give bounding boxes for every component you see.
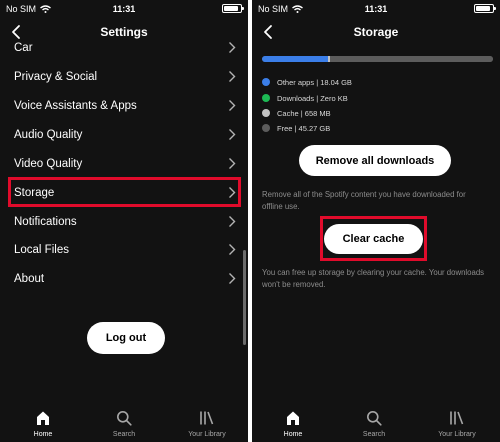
library-icon: [200, 411, 214, 425]
remove-downloads-description: Remove all of the Spotify content you ha…: [262, 190, 466, 211]
chevron-right-icon: [229, 71, 236, 82]
settings-item-label: Video Quality: [14, 157, 83, 170]
scrollbar[interactable]: [243, 250, 246, 345]
settings-item-label: Local Files: [14, 243, 69, 256]
tab-your-library[interactable]: Your Library: [422, 404, 492, 442]
battery-fill: [476, 6, 490, 11]
settings-item-voice-assistants[interactable]: Voice Assistants & Apps: [6, 91, 242, 120]
settings-screen: No SIM 11:31 Settings Car Privacy & Soci…: [0, 0, 248, 442]
tab-bar: Home Search Your Library: [0, 404, 248, 442]
legend-item-free: Free | 45.27 GB: [262, 122, 330, 134]
tab-label: Search: [362, 431, 386, 438]
settings-item-label: Audio Quality: [14, 128, 83, 141]
tab-your-library[interactable]: Your Library: [172, 404, 242, 442]
chevron-right-icon: [229, 100, 236, 111]
storage-highlight-box: [8, 177, 241, 207]
legend-dot: [262, 78, 270, 86]
chevron-right-icon: [229, 244, 236, 255]
tab-bar: Home Search Your Library: [252, 404, 500, 442]
status-right: [474, 4, 496, 13]
tab-label: Search: [112, 431, 136, 438]
home-icon: [287, 411, 299, 425]
settings-item-local-files[interactable]: Local Files: [6, 235, 242, 264]
chevron-right-icon: [229, 273, 236, 284]
tab-label: Your Library: [188, 431, 226, 438]
settings-item-label: Notifications: [14, 215, 77, 228]
battery-fill: [224, 6, 238, 11]
chevron-right-icon: [229, 42, 236, 53]
legend-dot: [262, 124, 270, 132]
status-bar: No SIM 11:31: [252, 0, 500, 18]
tab-search[interactable]: Search: [89, 404, 159, 442]
settings-item-label: Voice Assistants & Apps: [14, 99, 137, 112]
legend-dot: [262, 109, 270, 117]
legend-item-cache: Cache | 658 MB: [262, 107, 331, 119]
settings-item-privacy-social[interactable]: Privacy & Social: [6, 62, 242, 91]
library-icon: [450, 411, 464, 425]
search-icon: [367, 411, 382, 426]
settings-item-label: Car: [14, 41, 33, 54]
remove-all-downloads-button[interactable]: Remove all downloads: [299, 145, 451, 176]
storage-segment-other-apps: [262, 56, 328, 62]
chevron-right-icon: [229, 158, 236, 169]
storage-screen: No SIM 11:31 Storage Other apps | 18.04 …: [252, 0, 500, 442]
search-icon: [117, 411, 132, 426]
chevron-right-icon: [229, 129, 236, 140]
settings-item-label: About: [14, 272, 45, 285]
chevron-right-icon: [229, 216, 236, 227]
storage-segment-free: [330, 56, 493, 62]
legend-label: Cache | 658 MB: [277, 108, 331, 118]
tab-home[interactable]: Home: [258, 404, 328, 442]
legend-dot: [262, 94, 270, 102]
settings-item-audio-quality[interactable]: Audio Quality: [6, 120, 242, 149]
clear-cache-button[interactable]: Clear cache: [324, 224, 423, 254]
status-time: 11:31: [112, 4, 136, 14]
settings-item-notifications[interactable]: Notifications: [6, 207, 242, 236]
tab-label: Your Library: [438, 431, 476, 438]
tab-label: Home: [283, 431, 303, 438]
battery-icon: [222, 4, 244, 13]
settings-item-label: Privacy & Social: [14, 70, 98, 83]
home-icon: [37, 411, 49, 425]
legend-item-other-apps: Other apps | 18.04 GB: [262, 76, 352, 88]
logout-button[interactable]: Log out: [87, 322, 165, 354]
nav-bar: Storage: [252, 18, 500, 46]
tab-search[interactable]: Search: [339, 404, 409, 442]
tab-label: Home: [33, 431, 53, 438]
legend-label: Downloads | Zero KB: [277, 93, 348, 103]
tab-home[interactable]: Home: [8, 404, 78, 442]
settings-item-about[interactable]: About: [6, 264, 242, 293]
legend-item-downloads: Downloads | Zero KB: [262, 92, 348, 104]
status-right: [222, 4, 244, 13]
battery-icon: [474, 4, 496, 13]
clear-cache-description: You can free up storage by clearing your…: [262, 268, 485, 289]
settings-item-car[interactable]: Car: [6, 33, 242, 62]
legend-label: Other apps | 18.04 GB: [277, 77, 352, 87]
legend-label: Free | 45.27 GB: [277, 123, 331, 133]
status-bar: No SIM 11:31: [0, 0, 248, 18]
status-time: 11:31: [364, 4, 388, 14]
storage-usage-bar: [262, 56, 493, 62]
page-title: Storage: [353, 25, 399, 39]
settings-item-video-quality[interactable]: Video Quality: [6, 149, 242, 178]
